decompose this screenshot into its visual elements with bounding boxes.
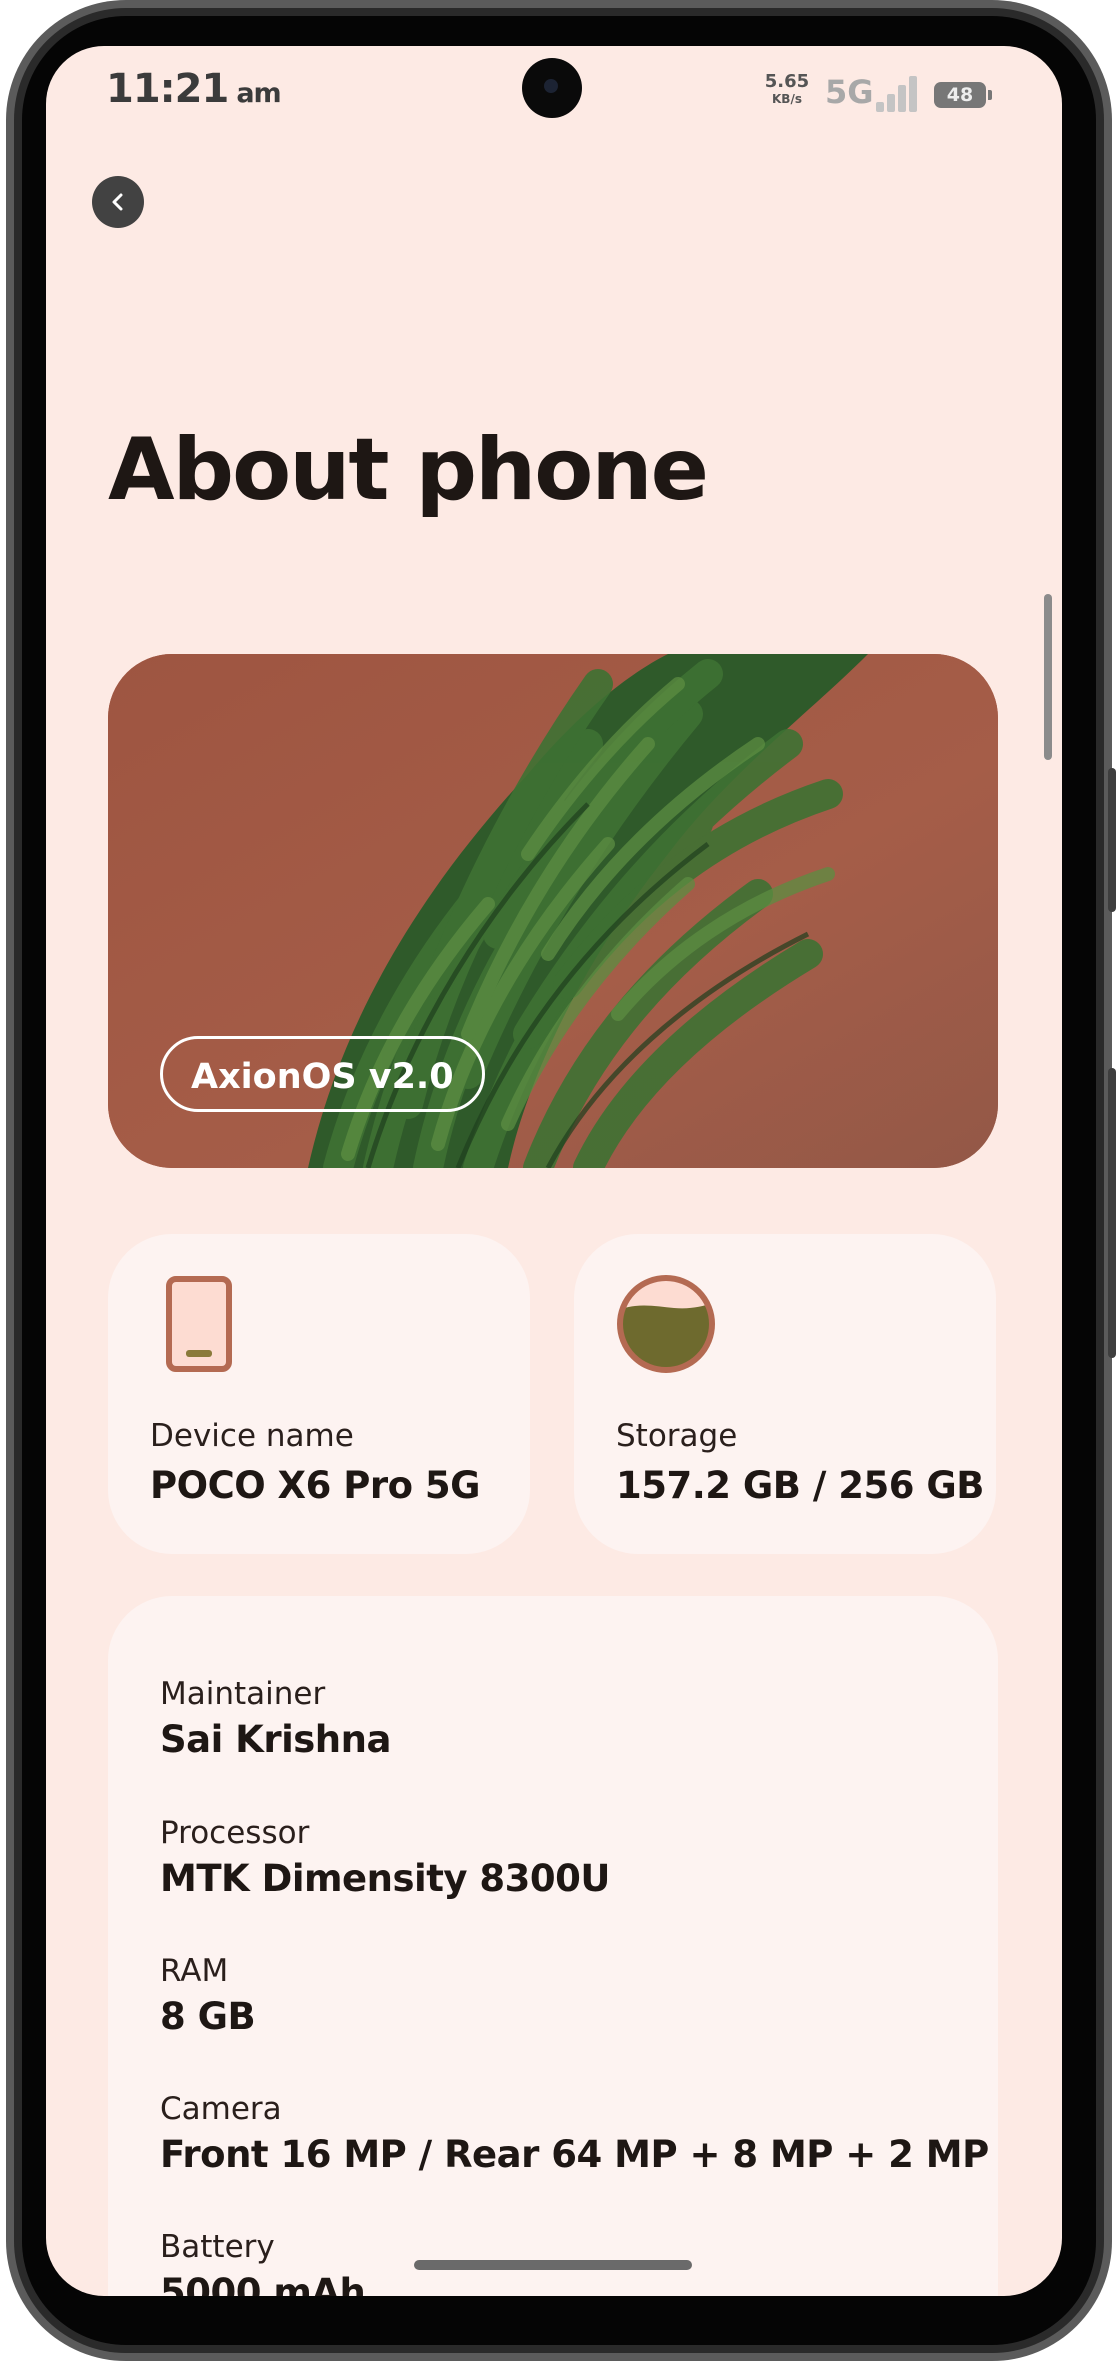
storage-label: Storage — [616, 1418, 738, 1454]
page-title: About phone — [108, 420, 709, 520]
device-frame: 11:21 am 5.65 KB/s 5G 48 About phone Axi… — [0, 0, 1118, 2361]
detail-value: MTK Dimensity 8300U — [160, 1857, 610, 1900]
storage-card[interactable]: Storage 157.2 GB / 256 GB — [574, 1234, 996, 1554]
detail-ram[interactable]: RAM 8 GB — [160, 1953, 256, 2038]
home-gesture-bar[interactable] — [414, 2260, 692, 2270]
device-details-card: Maintainer Sai Krishna Processor MTK Dim… — [108, 1596, 998, 2296]
back-button[interactable] — [92, 176, 144, 228]
front-camera — [522, 58, 582, 118]
os-version-badge: AxionOS v2.0 — [160, 1036, 485, 1112]
device-name-label: Device name — [150, 1418, 354, 1454]
storage-value: 157.2 GB / 256 GB — [616, 1464, 984, 1507]
screen: 11:21 am 5.65 KB/s 5G 48 About phone Axi… — [46, 46, 1062, 2296]
detail-value: 8 GB — [160, 1995, 256, 2038]
network-speed: 5.65 KB/s — [764, 71, 810, 106]
detail-processor[interactable]: Processor MTK Dimensity 8300U — [160, 1815, 610, 1900]
battery-icon: 48 — [934, 82, 992, 108]
detail-camera[interactable]: Camera Front 16 MP / Rear 64 MP + 8 MP +… — [160, 2091, 989, 2176]
device-name-value: POCO X6 Pro 5G — [150, 1464, 481, 1507]
chevron-left-icon — [112, 193, 123, 211]
side-button-lower — [1108, 1068, 1116, 1358]
detail-maintainer[interactable]: Maintainer Sai Krishna — [160, 1676, 391, 1761]
detail-label: Maintainer — [160, 1676, 326, 1712]
status-bar: 11:21 am 5.65 KB/s 5G 48 — [46, 46, 1062, 156]
status-time: 11:21 am — [106, 66, 282, 112]
signal-strength-icon — [876, 76, 920, 112]
phone-icon — [166, 1276, 232, 1372]
device-name-card[interactable]: Device name POCO X6 Pro 5G — [108, 1234, 530, 1554]
detail-label: RAM — [160, 1953, 229, 1989]
detail-label: Camera — [160, 2091, 282, 2127]
network-type: 5G — [825, 73, 874, 111]
os-banner: AxionOS v2.0 — [108, 654, 998, 1168]
detail-value: Sai Krishna — [160, 1718, 391, 1761]
side-button-upper — [1108, 768, 1116, 912]
detail-label: Processor — [160, 1815, 310, 1851]
detail-label: Battery — [160, 2229, 275, 2265]
detail-value: 5000 mAh — [160, 2271, 366, 2296]
detail-value: Front 16 MP / Rear 64 MP + 8 MP + 2 MP — [160, 2133, 989, 2176]
battery-level: 48 — [946, 84, 974, 106]
detail-battery[interactable]: Battery 5000 mAh — [160, 2229, 366, 2296]
scrollbar[interactable] — [1044, 594, 1052, 760]
storage-gauge-icon — [617, 1275, 715, 1373]
